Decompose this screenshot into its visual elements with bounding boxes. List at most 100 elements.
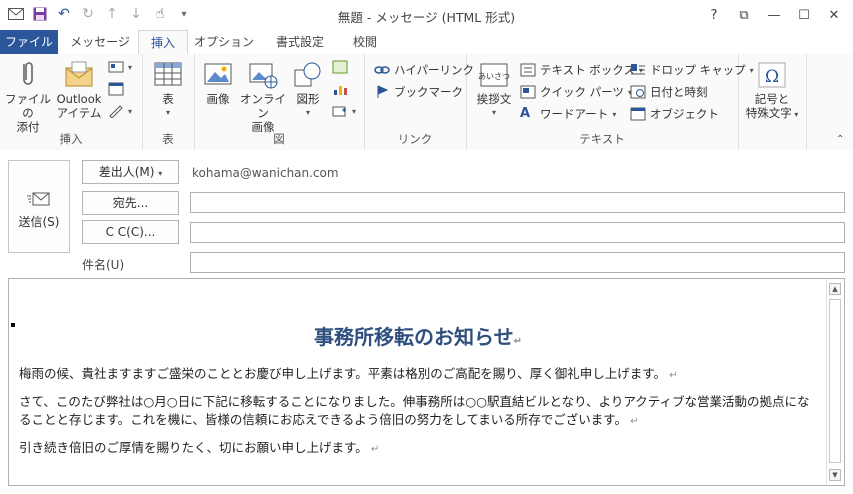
cc-field[interactable]: [190, 222, 845, 243]
chart-icon: [332, 82, 348, 96]
object-button[interactable]: オブジェクト: [630, 106, 719, 122]
chevron-down-icon: ▾: [612, 109, 617, 119]
collapse-ribbon-button[interactable]: ⌃: [836, 134, 844, 145]
paragraph-2: さて、このたび弊社は○月○日に下記に移転することになりました。伸事務所は○○駅直…: [19, 394, 810, 427]
datetime-button[interactable]: 日付と時刻: [630, 84, 708, 100]
link-icon: [374, 63, 390, 77]
tab-message[interactable]: メッセージ: [62, 30, 138, 54]
screenshot-icon: [332, 104, 348, 118]
chevron-down-icon: ▾: [305, 108, 310, 117]
symbol-button[interactable]: Ω 記号と 特殊文字 ▾: [742, 60, 802, 122]
tab-insert[interactable]: 挿入: [138, 30, 188, 54]
hyperlink-button[interactable]: ハイパーリンク: [374, 62, 474, 78]
business-card-icon: [108, 60, 124, 74]
dropcap-icon: [630, 63, 646, 77]
send-icon: [27, 191, 51, 207]
group-label-table: 表: [162, 132, 174, 146]
group-label-insert: 挿入: [59, 132, 83, 146]
smartart-button[interactable]: [332, 60, 348, 74]
outlook-item-button[interactable]: Outlook アイテム: [54, 60, 104, 120]
paragraph-1: 梅雨の候、貴社ますますご盛栄のこととお慶び申し上げます。平素は格別のご高配を賜り…: [19, 366, 678, 381]
quickparts-button[interactable]: クイック パーツ ▾: [520, 84, 632, 100]
calendar-button[interactable]: [108, 82, 124, 96]
tab-format[interactable]: 書式設定: [262, 30, 338, 54]
chevron-down-icon: ▾: [352, 106, 357, 116]
business-card-button[interactable]: ▾: [108, 60, 132, 74]
shapes-button[interactable]: 図形 ▾: [290, 60, 326, 120]
signature-button[interactable]: ▾: [108, 104, 133, 119]
tab-file[interactable]: ファイル: [0, 30, 58, 54]
return-mark-icon: ↵: [367, 444, 380, 455]
smartart-icon: [332, 60, 348, 74]
group-link: ハイパーリンク ブックマーク リンク: [364, 54, 474, 150]
group-label-text: テキスト: [579, 132, 625, 146]
bookmark-button[interactable]: ブックマーク: [374, 84, 463, 100]
message-body[interactable]: 事務所移転のお知らせ↵ 梅雨の候、貴社ますますご盛栄のこととお慶び申し上げます。…: [8, 278, 845, 486]
wordart-icon: A: [520, 106, 531, 121]
subject-label: 件名(U): [82, 258, 125, 272]
ribbon-display-button[interactable]: ⧉: [729, 4, 759, 26]
scroll-thumb[interactable]: [829, 299, 841, 463]
to-button[interactable]: 宛先...: [82, 191, 179, 215]
group-insert: ファイルの 添付 Outlook アイテム ▾ ▾ 挿入: [0, 54, 143, 150]
shapes-icon: [292, 60, 324, 90]
chevron-down-icon: ▾: [128, 106, 133, 116]
textbox-button[interactable]: テキスト ボックス ▾: [520, 62, 643, 78]
chevron-down-icon: ▾: [128, 62, 133, 72]
omega-icon: Ω: [756, 60, 788, 90]
tab-review[interactable]: 校閲: [342, 30, 388, 54]
chevron-down-icon: ▾: [158, 169, 163, 178]
chevron-up-icon: ⌃: [836, 134, 845, 145]
chevron-down-icon: ▾: [791, 110, 799, 119]
svg-text:あいさつ: あいさつ: [478, 72, 510, 81]
screenshot-button[interactable]: ▾: [332, 104, 356, 118]
paperclip-icon: [12, 60, 44, 90]
from-button[interactable]: 差出人(M) ▾: [82, 160, 179, 184]
help-button[interactable]: ?: [699, 4, 729, 26]
chevron-down-icon: ▾: [165, 108, 170, 117]
message-title: 事務所移転のお知らせ↵: [314, 325, 522, 349]
picture-button[interactable]: 画像: [198, 60, 238, 106]
title-bar: ↶ ↻ ↑ ↓ ☝ ▾ 無題 - メッセージ (HTML 形式) ? ⧉ — ☐…: [0, 0, 853, 30]
scroll-down-arrow-icon[interactable]: ▼: [829, 469, 841, 481]
greeting-icon: あいさつ: [478, 60, 510, 90]
envelope-icon: [63, 60, 95, 90]
group-label-link: リンク: [397, 132, 433, 146]
online-picture-button[interactable]: オンライン 画像: [238, 60, 288, 134]
close-button[interactable]: ✕: [819, 4, 849, 26]
return-mark-icon: ↵: [513, 336, 522, 347]
dropcap-button[interactable]: ドロップ キャップ ▾: [630, 62, 754, 78]
object-icon: [630, 107, 646, 121]
table-button[interactable]: 表 ▾: [148, 60, 188, 120]
ribbon: ファイルの 添付 Outlook アイテム ▾ ▾ 挿入 表 ▾ 表 画像 オン…: [0, 54, 853, 151]
tab-options[interactable]: オプション: [192, 30, 256, 54]
group-illustrations: 画像 オンライン 画像 図形 ▾ ▾ 図: [194, 54, 365, 150]
greeting-button[interactable]: あいさつ 挨拶文 ▾: [472, 60, 516, 120]
attach-file-button[interactable]: ファイルの 添付: [4, 60, 52, 134]
to-field[interactable]: [190, 192, 845, 213]
cc-button[interactable]: C C(C)...: [82, 220, 179, 244]
pen-icon: [108, 104, 124, 119]
datetime-icon: [630, 85, 646, 99]
textbox-icon: [520, 63, 536, 77]
compose-header: 送信(S) 差出人(M) ▾ kohama@wanichan.com 宛先...…: [0, 150, 853, 278]
paragraph-3: 引き続き倍旧のご厚情を賜りたく、切にお願い申し上げます。 ↵: [19, 440, 380, 455]
send-button[interactable]: 送信(S): [8, 160, 70, 253]
subject-field[interactable]: [190, 252, 845, 273]
vertical-scrollbar[interactable]: ▲ ▼: [826, 279, 844, 485]
scroll-up-arrow-icon[interactable]: ▲: [829, 283, 841, 295]
return-mark-icon: ↵: [666, 370, 678, 381]
bookmark-icon: [374, 85, 390, 99]
table-icon: [152, 60, 184, 90]
ribbon-tabs: ファイル メッセージ 挿入 オプション 書式設定 校閲: [0, 30, 853, 55]
online-picture-icon: [247, 60, 279, 90]
chevron-down-icon: ▾: [491, 108, 496, 117]
chart-button[interactable]: [332, 82, 348, 96]
group-symbols: Ω 記号と 特殊文字 ▾: [738, 54, 807, 150]
minimize-button[interactable]: —: [759, 4, 789, 26]
from-address: kohama@wanichan.com: [192, 166, 339, 180]
maximize-button[interactable]: ☐: [789, 4, 819, 26]
wordart-button[interactable]: A ワードアート ▾: [520, 106, 616, 122]
group-text: あいさつ 挨拶文 ▾ テキスト ボックス ▾ クイック パーツ ▾ A ワードアート ▾…: [466, 54, 754, 150]
picture-icon: [202, 60, 234, 90]
